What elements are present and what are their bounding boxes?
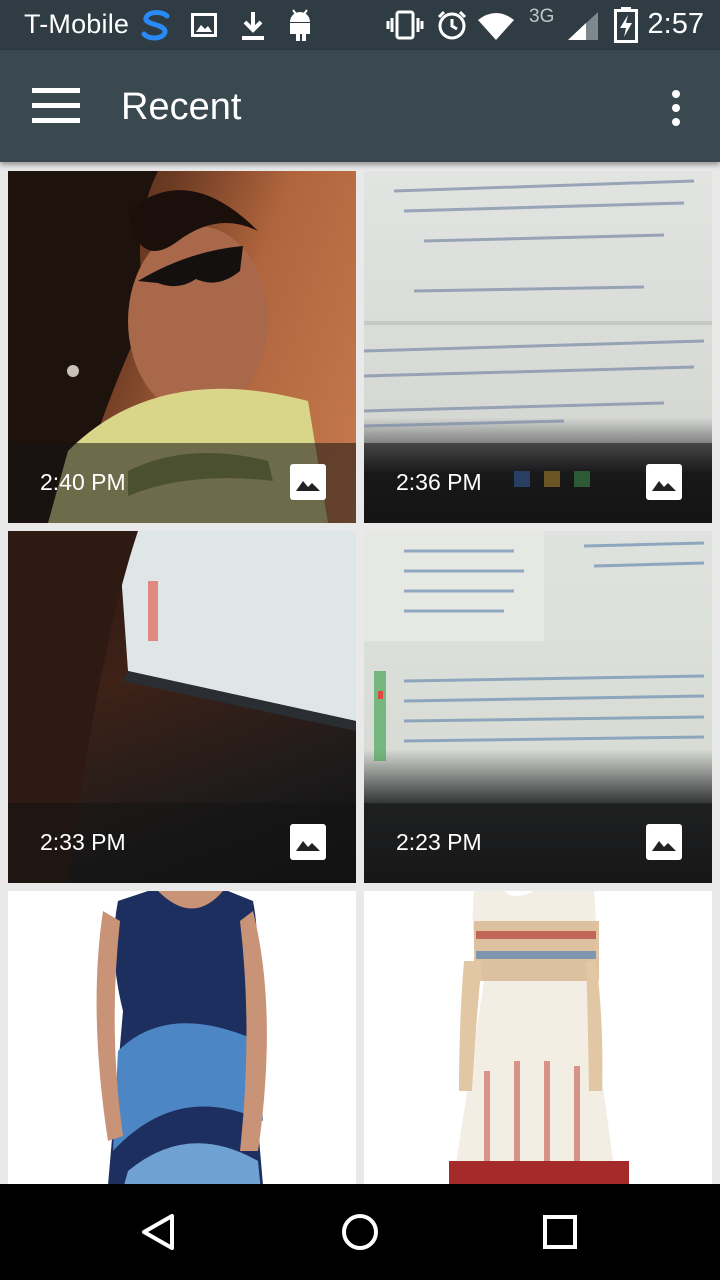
image-icon xyxy=(290,824,326,860)
more-vertical-icon[interactable] xyxy=(664,88,688,128)
photo-time: 2:23 PM xyxy=(396,829,482,855)
photo-time: 2:33 PM xyxy=(40,829,126,855)
image-icon xyxy=(191,13,217,37)
carrier-label: T-Mobile xyxy=(24,9,130,39)
alarm-icon xyxy=(437,10,467,40)
clock: 2:57 xyxy=(647,8,704,40)
network-type-label: 3G xyxy=(529,6,555,27)
vibrate-icon xyxy=(386,10,424,40)
hamburger-menu-icon[interactable] xyxy=(32,88,80,124)
photo-tile[interactable]: 2:23 PM xyxy=(364,531,712,883)
image-icon xyxy=(290,464,326,500)
photo-time: 2:40 PM xyxy=(40,469,126,495)
photo-tile[interactable]: 2:36 PM xyxy=(364,171,712,523)
status-bar: T-Mobile 3G 2:57 xyxy=(0,0,720,50)
photo-time: 2:36 PM xyxy=(396,469,482,495)
recent-photos-grid: 2:40 PM 2:36 PM 2:33 PM 2:23 PM xyxy=(0,162,720,1184)
battery-charging-icon xyxy=(614,7,638,43)
android-icon xyxy=(290,9,310,41)
download-icon xyxy=(242,12,264,40)
wifi-icon xyxy=(478,13,514,40)
photo-tile[interactable]: 2:40 PM xyxy=(8,171,356,523)
photo-thumbnail xyxy=(8,891,356,1184)
photo-tile[interactable]: 2:33 PM xyxy=(8,531,356,883)
photo-thumbnail xyxy=(364,891,712,1184)
photo-tile[interactable] xyxy=(8,891,356,1184)
system-nav-bar xyxy=(0,1184,720,1280)
signal-icon xyxy=(568,12,598,40)
photo-tile[interactable] xyxy=(364,891,712,1184)
s-logo-icon xyxy=(141,10,170,41)
image-icon xyxy=(646,464,682,500)
recents-square-icon[interactable] xyxy=(538,1210,582,1254)
page-title: Recent xyxy=(121,86,242,128)
home-circle-icon[interactable] xyxy=(338,1210,382,1254)
image-icon xyxy=(646,824,682,860)
back-triangle-icon[interactable] xyxy=(138,1210,182,1254)
app-bar: Recent xyxy=(0,50,720,162)
